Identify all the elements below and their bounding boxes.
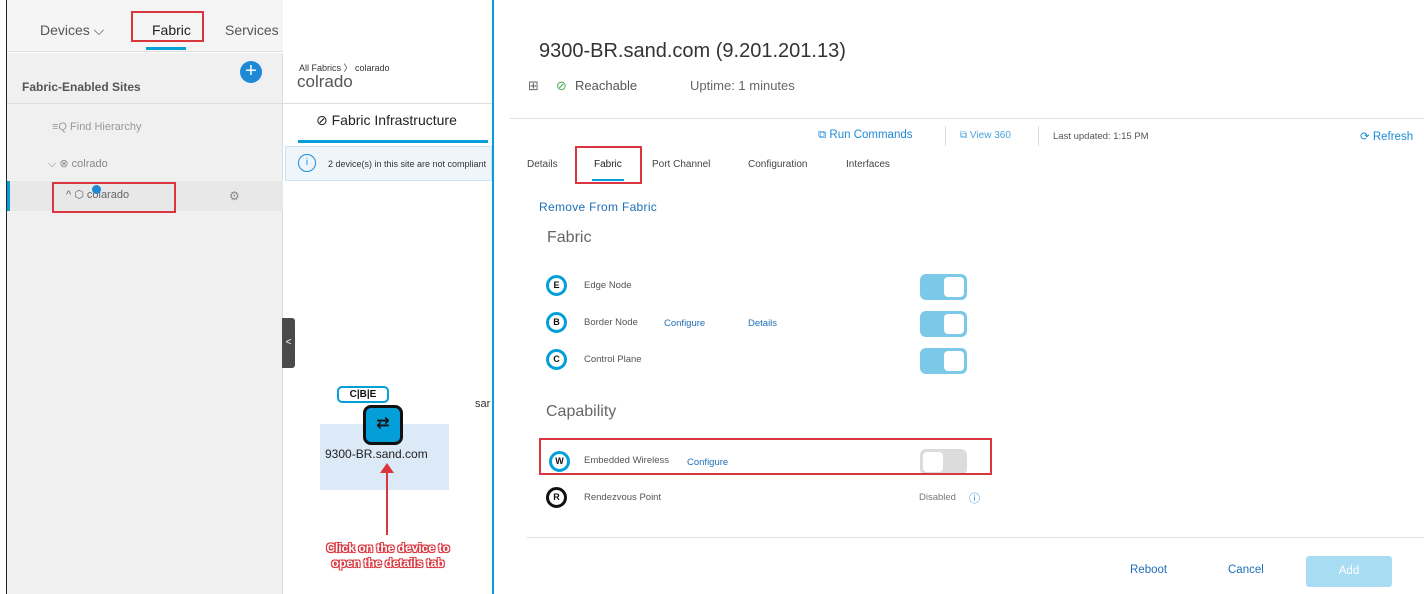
remove-from-fabric-link[interactable]: Remove From Fabric [539, 200, 657, 214]
border-node-badge: B [546, 312, 567, 333]
border-node-toggle[interactable] [920, 311, 967, 337]
annotation-arrow-head [380, 463, 394, 473]
annotation-arrow-line [386, 470, 388, 535]
tab-details[interactable]: Details [527, 159, 558, 170]
sidebar-title: Fabric-Enabled Sites [22, 80, 141, 94]
border-node-configure-link[interactable]: Configure [664, 318, 705, 329]
nav-active-indicator [146, 47, 186, 50]
nav-devices[interactable]: Devices ⌵ [40, 22, 104, 39]
annotation-box-embedded-wireless [539, 438, 992, 475]
reboot-button[interactable]: Reboot [1130, 564, 1167, 576]
annotation-box-fabric-nav [131, 11, 204, 42]
divider [283, 103, 492, 104]
site-title: colrado [297, 72, 353, 91]
annotation-box-site [52, 182, 176, 213]
tab-active-indicator [298, 140, 488, 143]
rendezvous-point-badge: R [546, 487, 567, 508]
info-icon: i [298, 154, 316, 172]
cancel-button[interactable]: Cancel [1228, 564, 1264, 576]
device-label-truncated: sar [475, 398, 491, 410]
fabric-section-title: Fabric [547, 229, 592, 246]
view-360-link[interactable]: ⧉ View 360 [960, 130, 1011, 141]
reachability-status: Reachable [575, 78, 638, 93]
find-hierarchy-input[interactable]: ≡Q Find Hierarchy [52, 121, 142, 133]
check-circle-icon: ⊘ [556, 78, 567, 93]
gear-icon[interactable]: ⚙ [229, 189, 240, 203]
edge-node-label: Edge Node [584, 280, 632, 291]
border-node-label: Border Node [584, 317, 638, 328]
control-plane-toggle[interactable] [920, 348, 967, 374]
capability-section-title: Capability [546, 403, 617, 420]
divider [945, 126, 946, 146]
last-updated-text: Last updated: 1:15 PM [1053, 131, 1149, 142]
info-icon[interactable]: ⓘ [969, 490, 980, 506]
site-tree-item-colrado[interactable]: ⌵ ⊗ colrado [48, 157, 108, 171]
add-button[interactable]: Add [1306, 556, 1392, 587]
add-site-button[interactable]: + [240, 61, 262, 83]
uptime-text: Uptime: 1 minutes [690, 78, 795, 93]
tab-interfaces[interactable]: Interfaces [846, 159, 890, 170]
annotation-callout: Click on the device to open the details … [326, 541, 450, 570]
tab-fabric-infrastructure[interactable]: ⊘ Fabric Infrastructure [316, 112, 457, 129]
device-label[interactable]: 9300-BR.sand.com [325, 447, 428, 461]
compliance-info-text: 2 device(s) in this site are not complia… [328, 159, 487, 169]
border-node-details-link[interactable]: Details [748, 318, 777, 329]
refresh-button[interactable]: ⟳ Refresh [1360, 129, 1413, 143]
divider [510, 118, 1424, 119]
tab-configuration[interactable]: Configuration [748, 159, 807, 170]
edge-node-badge: E [546, 275, 567, 296]
tab-port-channel[interactable]: Port Channel [652, 159, 710, 170]
chevron-left-icon: < [285, 337, 292, 348]
run-commands-button[interactable]: ⧉ Run Commands [818, 129, 913, 142]
control-plane-label: Control Plane [584, 354, 642, 365]
rendezvous-point-status: Disabled [919, 492, 956, 503]
rendezvous-point-label: Rendezvous Point [584, 492, 662, 503]
edge-node-toggle[interactable] [920, 274, 967, 300]
device-title: 9300-BR.sand.com (9.201.201.13) [539, 40, 846, 62]
plus-icon: + [245, 60, 257, 82]
collapse-panel-handle[interactable]: < [282, 318, 295, 368]
device-type-icon: ⊞ [528, 78, 539, 93]
divider [1038, 126, 1039, 146]
device-role-badge: C|B|E [337, 386, 389, 403]
switch-icon[interactable]: ⇄ [363, 405, 403, 445]
annotation-box-fabric-tab [575, 146, 642, 184]
control-plane-badge: C [546, 349, 567, 370]
divider [527, 537, 1424, 538]
sidebar [7, 53, 283, 594]
nav-services[interactable]: Services [225, 22, 279, 38]
divider [7, 103, 283, 104]
